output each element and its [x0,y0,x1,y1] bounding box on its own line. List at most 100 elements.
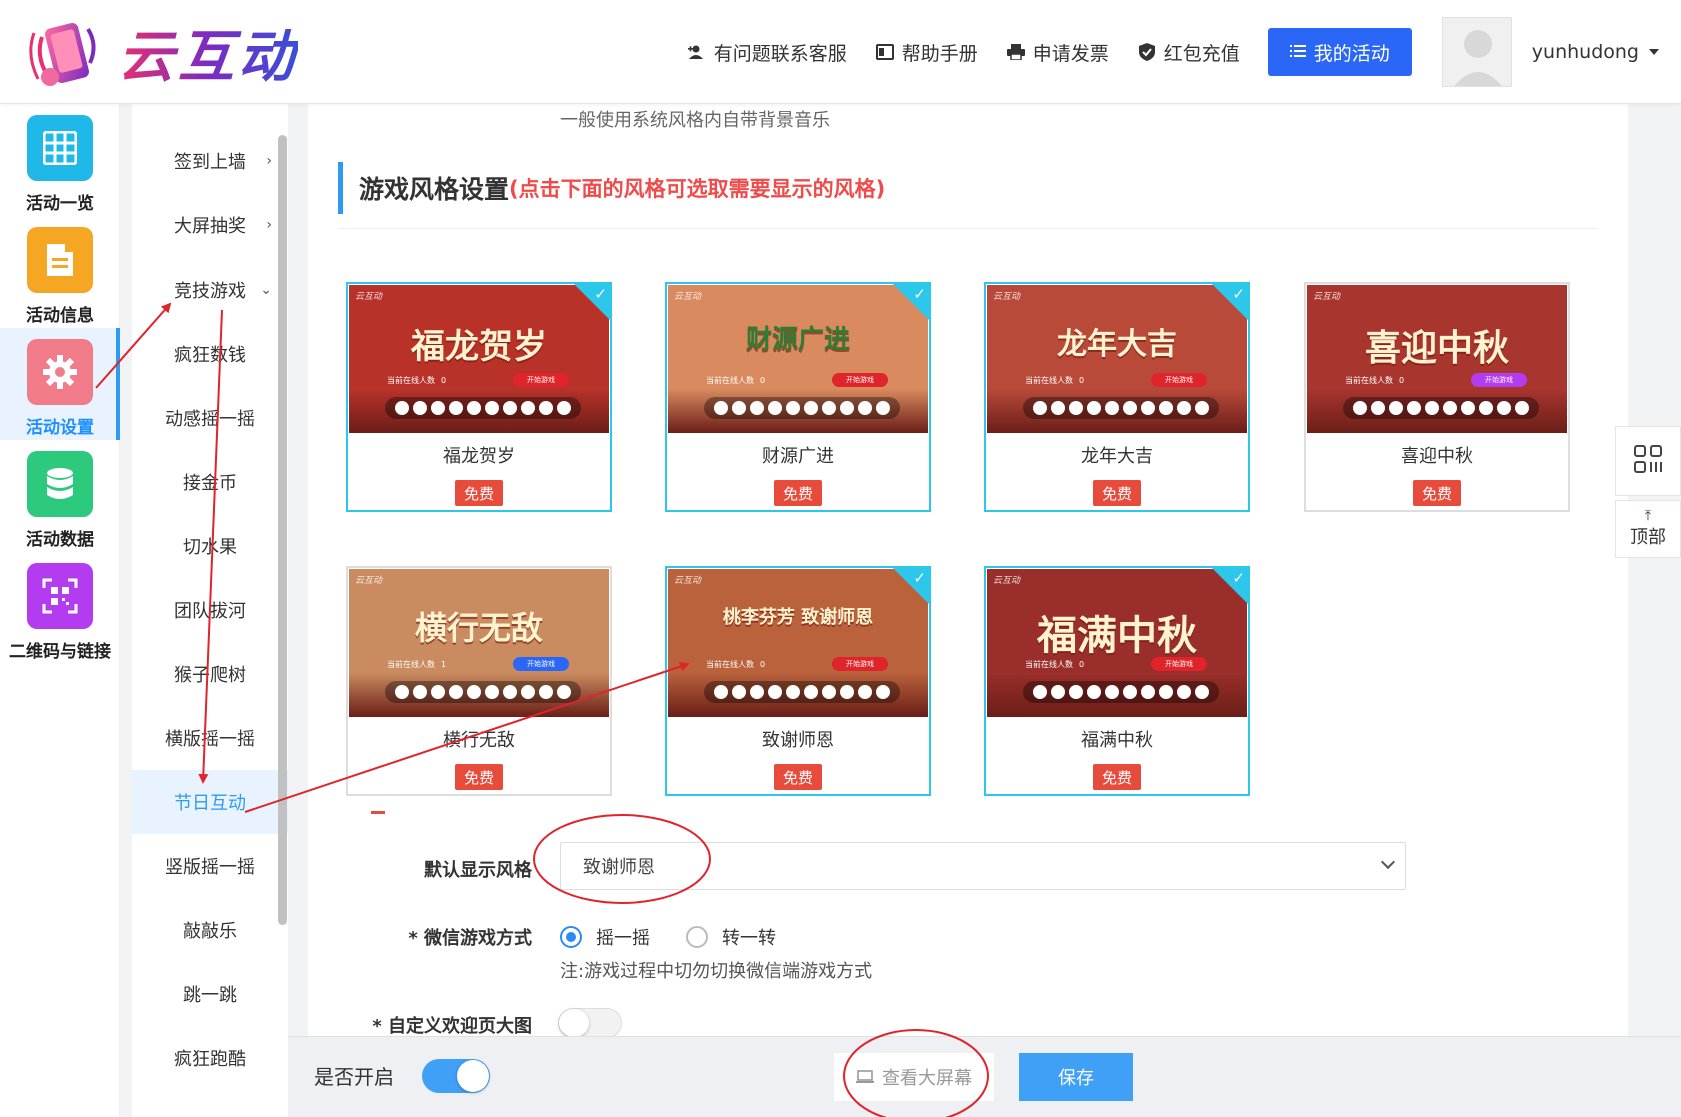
sub-item-festival-interaction[interactable]: 节日互动 [132,770,288,834]
free-badge: 免费 [455,764,503,790]
sub-item-label: 疯狂数钱 [174,345,246,366]
float-top-button[interactable]: ⤒ 顶部 [1615,500,1681,558]
thumb-title: 桃李芬芳 致谢师恩 [722,607,874,628]
thumb-start-button: 开始游戏 [832,657,888,671]
radio-rotate[interactable] [686,926,708,948]
enable-toggle[interactable] [422,1059,490,1093]
wechat-mode-hint: 注:游戏过程中切勿切换微信端游戏方式 [560,961,873,982]
thumb-title: 横行无敌 [414,609,543,647]
style-card[interactable]: 云互动 喜迎中秋 当前在线人数 0 开始游戏 喜迎中秋 免费 [1304,282,1570,512]
default-style-label: 默认显示风格 [424,860,532,881]
logo[interactable]: 云互动 [28,12,298,93]
style-card[interactable]: 云互动 桃李芬芳 致谢师恩 当前在线人数 0 开始游戏 致谢师恩 免费 ✓ [665,566,931,796]
sub-item-partial[interactable] [132,104,288,128]
invoice-link[interactable]: 申请发票 [1006,39,1109,66]
database-icon [27,451,93,517]
username: yunhudong [1531,41,1639,63]
thumb-count-value: 0 [441,376,447,385]
avatar-slot [1123,685,1137,699]
avatar-slot [1461,401,1475,415]
phone-logo-icon [28,15,104,91]
sub-item-tug-of-war[interactable]: 团队拔河 [132,578,288,642]
thumb-watermark: 云互动 [355,292,383,302]
radio-rotate-label: 转一转 [722,928,776,949]
help-manual-label: 帮助手册 [901,42,978,65]
avatar-slot [1177,685,1191,699]
rail-item-qrcode-links[interactable]: 二维码与链接 [0,552,120,664]
view-big-screen-button[interactable]: 查看大屏幕 [834,1053,994,1101]
contact-support-label: 有问题联系客服 [713,42,847,65]
sub-item-parkour[interactable]: 疯狂跑酷 [132,1026,288,1090]
submenu-scrollbar[interactable] [278,135,287,925]
thumb-start-button: 开始游戏 [1151,657,1207,671]
style-card[interactable]: 云互动 龙年大吉 当前在线人数 0 开始游戏 龙年大吉 免费 ✓ [984,282,1250,512]
thumb-count-value: 0 [760,660,766,669]
sub-item-crazy-money[interactable]: 疯狂数钱 [132,322,288,386]
style-card[interactable]: 云互动 横行无敌 当前在线人数 1 开始游戏 横行无敌 免费 [346,566,612,796]
avatar-slot [714,401,728,415]
avatar-slot [714,685,728,699]
avatar-slot [1479,401,1493,415]
arrow-up-icon: ⤒ [1644,508,1652,524]
avatar-slot [840,401,854,415]
rail-item-activity-settings[interactable]: 活动设置 [0,328,120,440]
user-menu[interactable]: yunhudong [1532,41,1659,63]
rail-item-label: 活动设置 [26,418,94,438]
avatar-slot [822,685,836,699]
avatar[interactable] [1441,17,1512,87]
thumb-count-label: 当前在线人数 [1345,376,1393,385]
rail-item-label: 活动数据 [26,530,94,550]
sub-item-monkey-climb[interactable]: 猴子爬树 [132,642,288,706]
sub-item-jump[interactable]: 跳一跳 [132,962,288,1026]
avatar-slot [413,685,427,699]
default-style-select[interactable]: 致谢师恩 [560,842,1406,890]
thumb-count-label: 当前在线人数 [387,376,435,385]
style-card[interactable]: 云互动 福满中秋 当前在线人数 0 开始游戏 福满中秋 免费 ✓ [984,566,1250,796]
avatar-slot [431,401,445,415]
sub-menu: 签到上墙 › 大屏抽奖 › 竞技游戏 ⌄ 疯狂数钱 动感摇一摇 接金币 切水果 团队拔… [132,104,288,1117]
avatar-slot [750,685,764,699]
sub-item-label: 签到上墙 [174,152,246,173]
thumb-title: 福满中秋 [1037,613,1197,659]
help-manual-link[interactable]: 帮助手册 [875,39,978,66]
float-qrcode-button[interactable] [1615,426,1681,496]
thumb-avatar-slots [704,681,900,703]
save-button[interactable]: 保存 [1019,1053,1133,1101]
avatar-slot [395,401,409,415]
user-plus-icon [687,42,707,62]
free-badge: 免费 [455,480,503,506]
sub-item-fruit-cut[interactable]: 切水果 [132,514,288,578]
avatar-slot [557,685,571,699]
avatar-slot [1141,401,1155,415]
sub-item-label: 竖版摇一摇 [165,857,255,878]
sub-item-shake[interactable]: 动感摇一摇 [132,386,288,450]
radio-shake-label: 摇一摇 [596,928,650,949]
thumb-watermark: 云互动 [355,576,383,586]
sub-item-checkin-wall[interactable]: 签到上墙 › [132,129,288,193]
contact-support-link[interactable]: 有问题联系客服 [687,39,847,66]
sub-item-vertical-shake[interactable]: 竖版摇一摇 [132,834,288,898]
radio-shake[interactable] [560,926,582,948]
avatar-slot [1425,401,1439,415]
style-card[interactable]: 云互动 福龙贺岁 当前在线人数 0 开始游戏 福龙贺岁 免费 ✓ [346,282,612,512]
music-note: 一般使用系统风格内自带背景音乐 [560,110,830,131]
sub-item-tap-fun[interactable]: 敲敲乐 [132,898,288,962]
sub-item-big-screen-lottery[interactable]: 大屏抽奖 › [132,193,288,257]
custom-welcome-toggle[interactable] [558,1008,622,1036]
redpacket-recharge-link[interactable]: 红包充值 [1137,39,1240,66]
thumb-count-label: 当前在线人数 [706,660,754,669]
rail-item-activity-data[interactable]: 活动数据 [0,440,120,552]
avatar-slot [1195,685,1209,699]
sub-item-competitive-games[interactable]: 竞技游戏 ⌄ [132,258,288,322]
sub-item-catch-coins[interactable]: 接金币 [132,450,288,514]
avatar-slot [1443,401,1457,415]
my-activity-button[interactable]: 我的活动 [1267,28,1412,76]
style-card[interactable]: 云互动 财源广进 当前在线人数 0 开始游戏 财源广进 免费 ✓ [665,282,931,512]
top-nav: 有问题联系客服 帮助手册 申请发票 红包充值 我的活动 yunhudong [687,0,1681,104]
avatar-slot [822,401,836,415]
avatar-slot [1195,401,1209,415]
sub-item-horizontal-shake[interactable]: 横版摇一摇 [132,706,288,770]
rail-item-activity-info[interactable]: 活动信息 [0,216,120,328]
avatar-slot [768,401,782,415]
rail-item-activity-overview[interactable]: 活动一览 [0,104,120,216]
